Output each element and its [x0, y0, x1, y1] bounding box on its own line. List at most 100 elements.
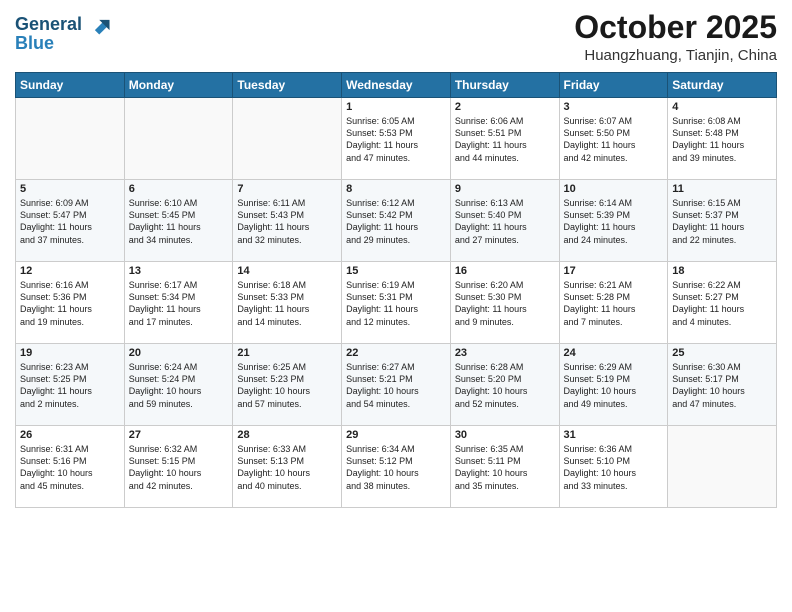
day-number: 19: [20, 347, 120, 359]
calendar-cell: 22 Sunrise: 6:27 AM Sunset: 5:21 PM Dayli…: [342, 344, 451, 426]
day-number: 2: [455, 101, 555, 113]
calendar-week-4: 19 Sunrise: 6:23 AM Sunset: 5:25 PM Dayli…: [16, 344, 777, 426]
calendar-cell: 14Sunrise: 6:18 AM Sunset: 5:33 PM Dayli…: [233, 262, 342, 344]
logo-blue: Blue: [15, 34, 111, 54]
day-number: 23: [455, 347, 555, 359]
day-number: 15: [346, 265, 446, 277]
weekday-header-saturday: Saturday: [668, 73, 777, 98]
calendar-cell: 10 Sunrise: 6:14 AM Sunset: 5:39 PM Dayli…: [559, 180, 668, 262]
day-number: 29: [346, 429, 446, 441]
day-number: 17: [564, 265, 664, 277]
calendar-week-5: 26 Sunrise: 6:31 AM Sunset: 5:16 PM Dayli…: [16, 426, 777, 508]
calendar-table: SundayMondayTuesdayWednesdayThursdayFrid…: [15, 72, 777, 508]
weekday-header-wednesday: Wednesday: [342, 73, 451, 98]
calendar-week-3: 12 Sunrise: 6:16 AM Sunset: 5:36 PM Dayli…: [16, 262, 777, 344]
day-info: Sunrise: 6:27 AM Sunset: 5:21 PM Dayligh…: [346, 361, 446, 410]
calendar-cell: 2 Sunrise: 6:06 AM Sunset: 5:51 PM Daylig…: [450, 98, 559, 180]
calendar-cell: 23 Sunrise: 6:28 AM Sunset: 5:20 PM Dayli…: [450, 344, 559, 426]
day-info: Sunrise: 6:35 AM Sunset: 5:11 PM Dayligh…: [455, 443, 555, 492]
day-info: Sunrise: 6:11 AM Sunset: 5:43 PM Dayligh…: [237, 197, 337, 246]
calendar-cell: 16Sunrise: 6:20 AM Sunset: 5:30 PM Dayli…: [450, 262, 559, 344]
day-number: 18: [672, 265, 772, 277]
day-info: Sunrise: 6:15 AM Sunset: 5:37 PM Dayligh…: [672, 197, 772, 246]
day-info: Sunrise: 6:12 AM Sunset: 5:42 PM Dayligh…: [346, 197, 446, 246]
day-number: 22: [346, 347, 446, 359]
logo-icon: [89, 14, 111, 36]
day-number: 31: [564, 429, 664, 441]
day-number: 25: [672, 347, 772, 359]
calendar-cell: 17 Sunrise: 6:21 AM Sunset: 5:28 PM Dayli…: [559, 262, 668, 344]
calendar-cell: 30 Sunrise: 6:35 AM Sunset: 5:11 PM Dayli…: [450, 426, 559, 508]
weekday-header-row: SundayMondayTuesdayWednesdayThursdayFrid…: [16, 73, 777, 98]
day-number: 30: [455, 429, 555, 441]
calendar-cell: 5 Sunrise: 6:09 AM Sunset: 5:47 PM Daylig…: [16, 180, 125, 262]
day-info: Sunrise: 6:36 AM Sunset: 5:10 PM Dayligh…: [564, 443, 664, 492]
day-number: 3: [564, 101, 664, 113]
day-info: Sunrise: 6:06 AM Sunset: 5:51 PM Dayligh…: [455, 115, 555, 164]
calendar-cell: 4 Sunrise: 6:08 AM Sunset: 5:48 PM Daylig…: [668, 98, 777, 180]
calendar-cell: 18 Sunrise: 6:22 AM Sunset: 5:27 PM Dayli…: [668, 262, 777, 344]
header: General Blue October 2025 Huangzhuang, T…: [15, 10, 777, 64]
day-info: Sunrise: 6:22 AM Sunset: 5:27 PM Dayligh…: [672, 279, 772, 328]
weekday-header-friday: Friday: [559, 73, 668, 98]
calendar-cell: [233, 98, 342, 180]
calendar-week-2: 5 Sunrise: 6:09 AM Sunset: 5:47 PM Daylig…: [16, 180, 777, 262]
day-number: 4: [672, 101, 772, 113]
day-info: Sunrise: 6:10 AM Sunset: 5:45 PM Dayligh…: [129, 197, 229, 246]
day-info: Sunrise: 6:14 AM Sunset: 5:39 PM Dayligh…: [564, 197, 664, 246]
day-info: Sunrise: 6:32 AM Sunset: 5:15 PM Dayligh…: [129, 443, 229, 492]
calendar-cell: 11 Sunrise: 6:15 AM Sunset: 5:37 PM Dayli…: [668, 180, 777, 262]
calendar-cell: 20Sunrise: 6:24 AM Sunset: 5:24 PM Dayli…: [124, 344, 233, 426]
day-info: Sunrise: 6:24 AM Sunset: 5:24 PM Dayligh…: [129, 361, 229, 410]
day-info: Sunrise: 6:17 AM Sunset: 5:34 PM Dayligh…: [129, 279, 229, 328]
calendar-cell: 31 Sunrise: 6:36 AM Sunset: 5:10 PM Dayli…: [559, 426, 668, 508]
location-title: Huangzhuang, Tianjin, China: [574, 47, 777, 64]
day-info: Sunrise: 6:31 AM Sunset: 5:16 PM Dayligh…: [20, 443, 120, 492]
calendar-cell: [124, 98, 233, 180]
day-info: Sunrise: 6:30 AM Sunset: 5:17 PM Dayligh…: [672, 361, 772, 410]
day-number: 26: [20, 429, 120, 441]
day-info: Sunrise: 6:20 AM Sunset: 5:30 PM Dayligh…: [455, 279, 555, 328]
calendar-cell: 15Sunrise: 6:19 AM Sunset: 5:31 PM Dayli…: [342, 262, 451, 344]
day-number: 12: [20, 265, 120, 277]
calendar-cell: 24 Sunrise: 6:29 AM Sunset: 5:19 PM Dayli…: [559, 344, 668, 426]
calendar-cell: 13Sunrise: 6:17 AM Sunset: 5:34 PM Dayli…: [124, 262, 233, 344]
day-number: 9: [455, 183, 555, 195]
calendar-cell: 12 Sunrise: 6:16 AM Sunset: 5:36 PM Dayli…: [16, 262, 125, 344]
day-number: 11: [672, 183, 772, 195]
day-number: 1: [346, 101, 446, 113]
day-number: 8: [346, 183, 446, 195]
calendar-cell: 27 Sunrise: 6:32 AM Sunset: 5:15 PM Dayli…: [124, 426, 233, 508]
month-title: October 2025: [574, 10, 777, 45]
calendar-cell: 26 Sunrise: 6:31 AM Sunset: 5:16 PM Dayli…: [16, 426, 125, 508]
day-info: Sunrise: 6:08 AM Sunset: 5:48 PM Dayligh…: [672, 115, 772, 164]
day-number: 14: [237, 265, 337, 277]
weekday-header-tuesday: Tuesday: [233, 73, 342, 98]
weekday-header-monday: Monday: [124, 73, 233, 98]
day-number: 21: [237, 347, 337, 359]
day-info: Sunrise: 6:13 AM Sunset: 5:40 PM Dayligh…: [455, 197, 555, 246]
calendar-cell: 25 Sunrise: 6:30 AM Sunset: 5:17 PM Dayli…: [668, 344, 777, 426]
calendar-cell: 9 Sunrise: 6:13 AM Sunset: 5:40 PM Daylig…: [450, 180, 559, 262]
calendar-cell: [668, 426, 777, 508]
calendar-cell: 7 Sunrise: 6:11 AM Sunset: 5:43 PM Daylig…: [233, 180, 342, 262]
day-info: Sunrise: 6:16 AM Sunset: 5:36 PM Dayligh…: [20, 279, 120, 328]
calendar-cell: 19 Sunrise: 6:23 AM Sunset: 5:25 PM Dayli…: [16, 344, 125, 426]
logo: General Blue: [15, 14, 111, 54]
day-info: Sunrise: 6:21 AM Sunset: 5:28 PM Dayligh…: [564, 279, 664, 328]
calendar-cell: 29 Sunrise: 6:34 AM Sunset: 5:12 PM Dayli…: [342, 426, 451, 508]
day-info: Sunrise: 6:28 AM Sunset: 5:20 PM Dayligh…: [455, 361, 555, 410]
day-info: Sunrise: 6:09 AM Sunset: 5:47 PM Dayligh…: [20, 197, 120, 246]
day-info: Sunrise: 6:29 AM Sunset: 5:19 PM Dayligh…: [564, 361, 664, 410]
day-info: Sunrise: 6:23 AM Sunset: 5:25 PM Dayligh…: [20, 361, 120, 410]
calendar-cell: 28Sunrise: 6:33 AM Sunset: 5:13 PM Dayli…: [233, 426, 342, 508]
day-number: 5: [20, 183, 120, 195]
day-number: 28: [237, 429, 337, 441]
day-number: 10: [564, 183, 664, 195]
day-number: 7: [237, 183, 337, 195]
weekday-header-sunday: Sunday: [16, 73, 125, 98]
day-info: Sunrise: 6:34 AM Sunset: 5:12 PM Dayligh…: [346, 443, 446, 492]
day-number: 24: [564, 347, 664, 359]
day-number: 27: [129, 429, 229, 441]
title-block: October 2025 Huangzhuang, Tianjin, China: [574, 10, 777, 64]
